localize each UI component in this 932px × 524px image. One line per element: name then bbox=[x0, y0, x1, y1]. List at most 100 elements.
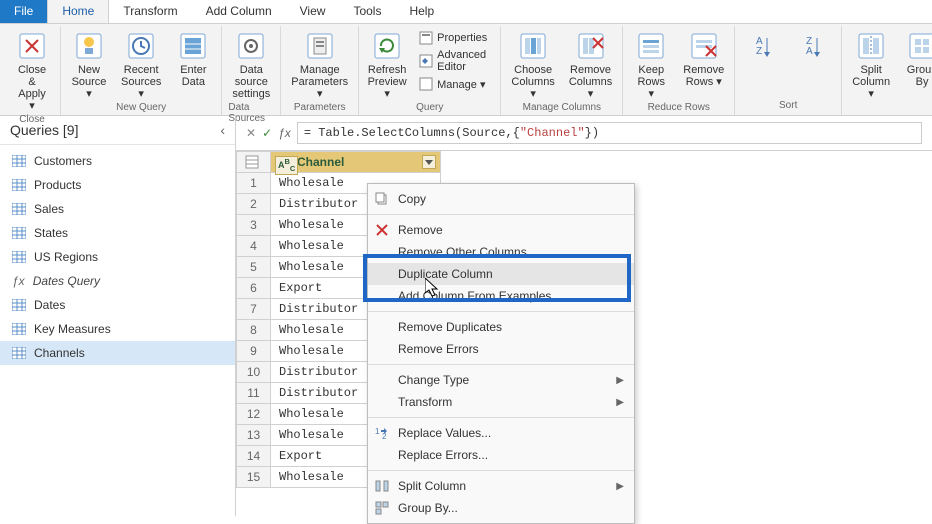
row-number[interactable]: 7 bbox=[237, 299, 271, 320]
ribbon-group: Data source settingsData Sources bbox=[222, 26, 281, 115]
ribbon-stack-item[interactable]: Advanced Editor bbox=[415, 48, 494, 74]
collapse-icon[interactable]: ‹ bbox=[220, 122, 225, 138]
split-column-button[interactable]: Split Column ▾ bbox=[848, 28, 894, 102]
context-menu-item[interactable]: Duplicate Column bbox=[368, 263, 634, 285]
query-item[interactable]: Dates bbox=[0, 293, 235, 317]
formula-cancel-icon[interactable]: ✕ bbox=[246, 126, 256, 140]
query-item[interactable]: Channels bbox=[0, 341, 235, 365]
context-menu-item[interactable]: Remove Duplicates bbox=[368, 316, 634, 338]
query-item[interactable]: US Regions bbox=[0, 245, 235, 269]
menu-tab-view[interactable]: View bbox=[286, 0, 340, 23]
context-menu-item[interactable]: 12Replace Values... bbox=[368, 422, 634, 444]
row-number[interactable]: 6 bbox=[237, 278, 271, 299]
column-context-menu: Copy Remove Remove Other Columns Duplicate … bbox=[367, 183, 635, 524]
row-number[interactable]: 11 bbox=[237, 383, 271, 404]
ribbon-stack-item[interactable]: Manage ▾ bbox=[415, 76, 494, 92]
recent-sources-button[interactable]: Recent Sources ▾ bbox=[117, 28, 165, 102]
query-item[interactable]: Key Measures bbox=[0, 317, 235, 341]
remove-columns-button[interactable]: Remove Columns ▾ bbox=[565, 28, 616, 102]
queries-title: Queries [9] bbox=[10, 122, 78, 138]
row-number[interactable]: 12 bbox=[237, 404, 271, 425]
context-menu-item[interactable]: Remove Errors bbox=[368, 338, 634, 360]
menu-tab-home[interactable]: Home bbox=[47, 0, 109, 23]
row-number[interactable]: 4 bbox=[237, 236, 271, 257]
ribbon-btn-label: Close & Apply ▾ bbox=[14, 64, 50, 112]
row-number[interactable]: 1 bbox=[237, 173, 271, 194]
formula-bar: ✕ ✓ ƒx = Table.SelectColumns(Source,{"Ch… bbox=[236, 116, 932, 151]
context-menu-item[interactable]: Change Type▶ bbox=[368, 369, 634, 391]
ribbon-group: Split Column ▾ Group By bbox=[842, 26, 932, 115]
context-menu-label: Remove Errors bbox=[398, 342, 479, 356]
row-number[interactable]: 2 bbox=[237, 194, 271, 215]
enter-data-icon bbox=[179, 30, 207, 62]
enter-data-button[interactable]: Enter Data bbox=[171, 28, 215, 90]
ribbon-group-label: Sort bbox=[779, 100, 797, 113]
row-number[interactable]: 5 bbox=[237, 257, 271, 278]
query-name: Sales bbox=[34, 202, 64, 216]
ribbon-stack-item[interactable]: Properties bbox=[415, 30, 494, 46]
query-item[interactable]: ƒxDates Query bbox=[0, 269, 235, 293]
context-menu-item[interactable]: Remove Other Columns bbox=[368, 241, 634, 263]
query-name: Dates bbox=[34, 298, 65, 312]
choose-columns-icon bbox=[519, 30, 547, 62]
group-by-button[interactable]: Group By bbox=[900, 28, 932, 90]
ribbon-group: Refresh Preview ▾ Properties Advanced Edit… bbox=[359, 26, 501, 115]
row-number[interactable]: 9 bbox=[237, 341, 271, 362]
column-filter-dropdown[interactable] bbox=[422, 155, 436, 169]
row-number[interactable]: 8 bbox=[237, 320, 271, 341]
menu-tab-add-column[interactable]: Add Column bbox=[192, 0, 286, 23]
ribbon-btn-label: Remove Columns ▾ bbox=[569, 64, 612, 100]
remove-icon bbox=[374, 222, 390, 238]
query-item[interactable]: States bbox=[0, 221, 235, 245]
menu-tab-help[interactable]: Help bbox=[395, 0, 448, 23]
abc-type-icon[interactable]: ABC bbox=[275, 156, 298, 175]
context-menu-item[interactable]: Add Column From Examples... bbox=[368, 285, 634, 307]
formula-input[interactable]: = Table.SelectColumns(Source,{"Channel"}… bbox=[297, 122, 922, 144]
context-menu-item[interactable]: Replace Errors... bbox=[368, 444, 634, 466]
context-menu-label: Add Column From Examples... bbox=[398, 289, 561, 303]
data-source-settings-button[interactable]: Data source settings bbox=[228, 28, 274, 102]
menu-file[interactable]: File bbox=[0, 0, 47, 23]
table-icon bbox=[12, 155, 26, 167]
menu-tab-tools[interactable]: Tools bbox=[339, 0, 395, 23]
sort-asc-button[interactable]: AZ bbox=[741, 28, 785, 66]
table-icon bbox=[12, 227, 26, 239]
query-item[interactable]: Sales bbox=[0, 197, 235, 221]
ribbon-btn-label: New Source ▾ bbox=[71, 64, 107, 100]
submenu-arrow-icon: ▶ bbox=[616, 481, 624, 492]
query-item[interactable]: Customers bbox=[0, 149, 235, 173]
svg-text:1: 1 bbox=[375, 427, 380, 436]
ribbon-group-label: Parameters bbox=[294, 102, 346, 115]
manage-parameters-button[interactable]: Manage Parameters ▾ bbox=[287, 28, 352, 102]
row-number[interactable]: 15 bbox=[237, 467, 271, 488]
formula-commit-icon[interactable]: ✓ bbox=[262, 126, 272, 140]
new-source-button[interactable]: New Source ▾ bbox=[67, 28, 111, 102]
advanced-editor-icon bbox=[419, 54, 433, 68]
refresh-preview-button[interactable]: Refresh Preview ▾ bbox=[365, 28, 409, 102]
sort-desc-button[interactable]: ZA bbox=[791, 28, 835, 66]
remove-rows-button[interactable]: Remove Rows ▾ bbox=[679, 28, 728, 90]
row-number[interactable]: 14 bbox=[237, 446, 271, 467]
query-name: Products bbox=[34, 178, 81, 192]
column-header-channel[interactable]: ABC Channel bbox=[271, 152, 441, 173]
row-number[interactable]: 13 bbox=[237, 425, 271, 446]
close-apply-button[interactable]: Close & Apply ▾ bbox=[10, 28, 54, 114]
manage-icon bbox=[419, 77, 433, 91]
table-icon bbox=[12, 299, 26, 311]
context-menu-item[interactable]: Copy bbox=[368, 188, 634, 210]
context-menu-item[interactable]: Transform▶ bbox=[368, 391, 634, 413]
row-number[interactable]: 3 bbox=[237, 215, 271, 236]
ribbon-btn-label: Group By bbox=[907, 64, 932, 88]
context-menu-item[interactable]: Remove bbox=[368, 219, 634, 241]
table-corner[interactable] bbox=[237, 152, 271, 173]
row-number[interactable]: 10 bbox=[237, 362, 271, 383]
context-menu-label: Remove Other Columns bbox=[398, 245, 527, 259]
menu-tab-transform[interactable]: Transform bbox=[109, 0, 191, 23]
keep-rows-button[interactable]: Keep Rows ▾ bbox=[629, 28, 673, 102]
ribbon-group-label: Manage Columns bbox=[523, 102, 601, 115]
choose-columns-button[interactable]: Choose Columns ▾ bbox=[507, 28, 558, 102]
query-item[interactable]: Products bbox=[0, 173, 235, 197]
ribbon-btn-label: Manage Parameters ▾ bbox=[291, 64, 348, 100]
ribbon-group: Keep Rows ▾Remove Rows ▾Reduce Rows bbox=[623, 26, 735, 115]
context-menu-item[interactable]: Split Column▶ bbox=[368, 475, 634, 497]
